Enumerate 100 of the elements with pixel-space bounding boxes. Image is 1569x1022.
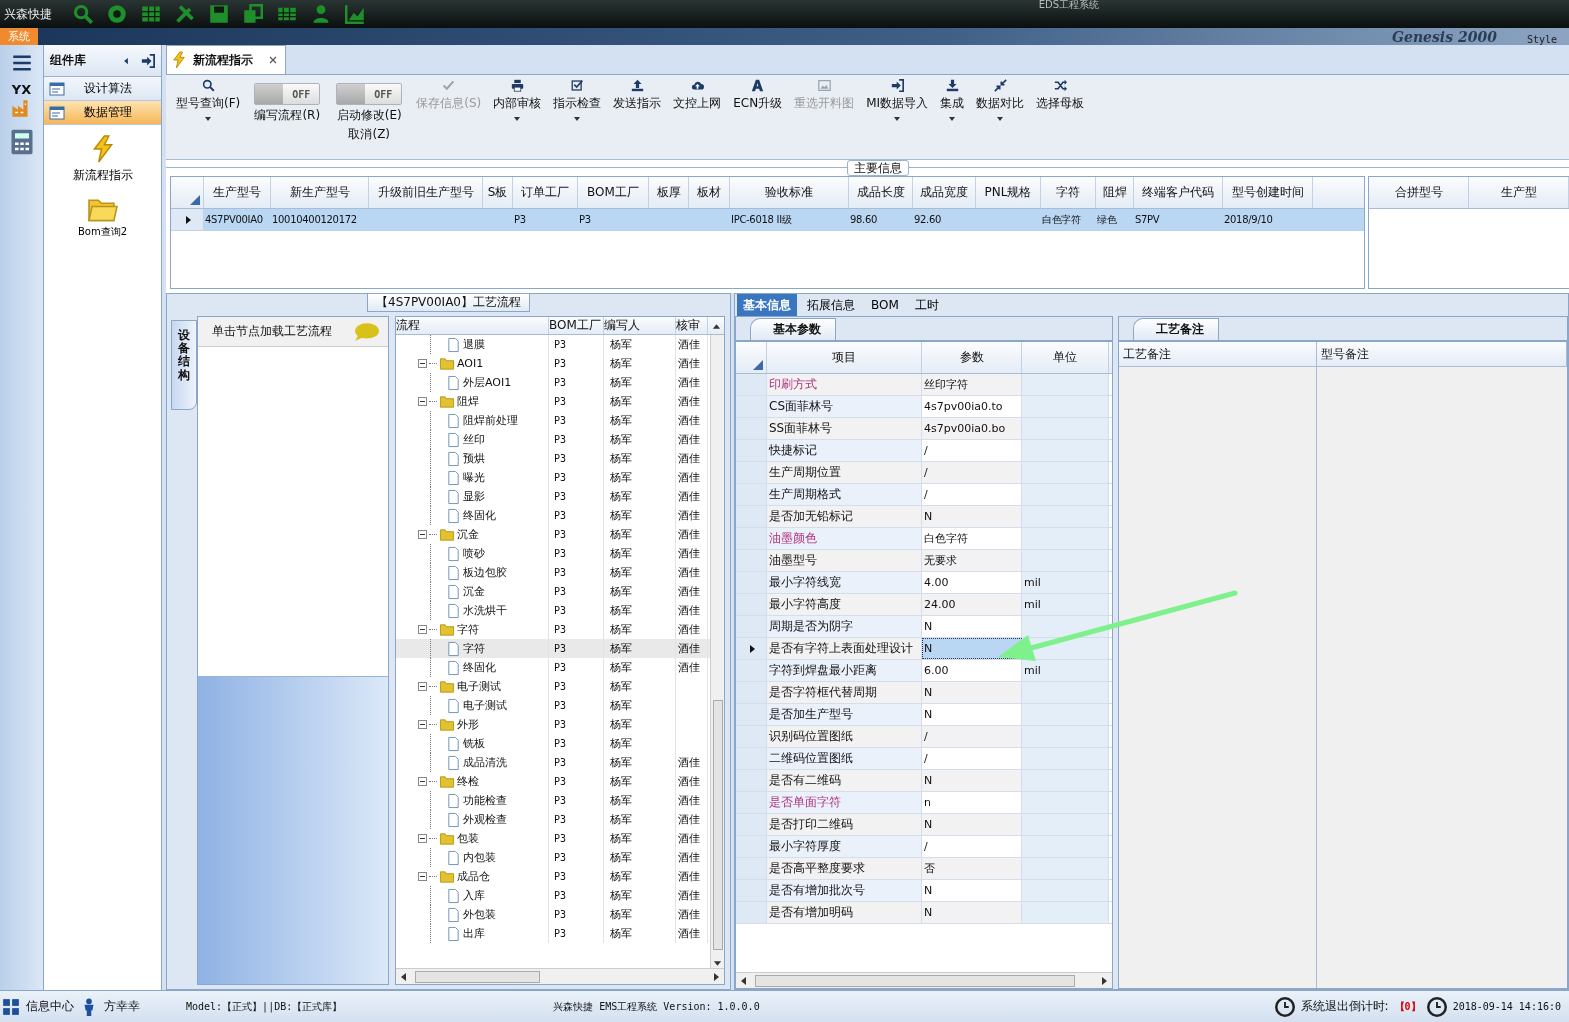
column-header[interactable]: 生产型 bbox=[1469, 177, 1569, 208]
toolbar-button[interactable]: 数据对比 bbox=[972, 79, 1029, 123]
tree-row[interactable]: 外观检查 P3 杨军 酒佳 bbox=[396, 810, 710, 829]
toolbar-icon-button[interactable] bbox=[106, 4, 128, 24]
column-header[interactable]: 单位 bbox=[1022, 342, 1109, 373]
toolbar-button[interactable]: 集成 bbox=[936, 79, 969, 123]
tree-row[interactable]: 显影 P3 杨军 酒佳 bbox=[396, 487, 710, 506]
param-row[interactable]: 油墨型号 无要求 bbox=[736, 550, 1112, 572]
tree-row[interactable]: 终固化 P3 杨军 酒佳 bbox=[396, 658, 710, 677]
table-row[interactable]: 4S7PV00IA0 10010400120172 P3 P3 IPC-6018 II级 98.60 92.60 白色字符 绿色 S7PV 2018/9/10 bbox=[171, 209, 1364, 231]
nav-item[interactable]: 设计算法 bbox=[44, 77, 161, 101]
tab[interactable]: 基本信息 bbox=[737, 294, 797, 316]
tree-row[interactable]: 电子测试 P3 杨军 bbox=[396, 677, 710, 696]
collapse-icon[interactable] bbox=[418, 682, 427, 691]
param-row[interactable]: 最小字符厚度 / bbox=[736, 836, 1112, 858]
column-header[interactable]: PNL规格 bbox=[976, 177, 1041, 208]
column-header[interactable]: 流程 bbox=[396, 317, 549, 334]
toolbar-button[interactable]: ECN升级 bbox=[729, 79, 787, 112]
column-header[interactable]: 参数 bbox=[922, 342, 1022, 373]
param-row[interactable]: 周期是否为阴字 N bbox=[736, 616, 1112, 638]
param-row[interactable]: 最小字符高度 24.00 mil bbox=[736, 594, 1112, 616]
param-row[interactable]: 识别码位置图纸 / bbox=[736, 726, 1112, 748]
column-header[interactable]: 编写人 bbox=[604, 317, 676, 334]
toolbar-icon-button[interactable] bbox=[140, 4, 162, 24]
column-header[interactable]: 型号创建时间 bbox=[1223, 177, 1313, 208]
tree-row[interactable]: 出库 P3 杨军 酒佳 bbox=[396, 924, 710, 943]
document-tab[interactable]: 新流程指示 bbox=[166, 45, 286, 74]
column-header[interactable]: 板厚 bbox=[649, 177, 689, 208]
toolbar-button[interactable]: 文控上网 bbox=[669, 79, 726, 112]
tree-row[interactable]: 阻焊 P3 杨军 酒佳 bbox=[396, 392, 710, 411]
column-header[interactable]: 板材 bbox=[689, 177, 730, 208]
tree-row[interactable]: 成品仓 P3 杨军 酒佳 bbox=[396, 867, 710, 886]
column-header[interactable]: 成品宽度 bbox=[913, 177, 976, 208]
param-row[interactable]: SS面菲林号 4s7pv00ia0.bo bbox=[736, 418, 1112, 440]
toolbar-button[interactable]: 选择母板 bbox=[1032, 79, 1089, 112]
toolbar-button[interactable]: 发送指示 bbox=[609, 79, 666, 112]
column-header[interactable]: 工艺备注 bbox=[1119, 342, 1317, 366]
tree-row[interactable]: 终检 P3 杨军 酒佳 bbox=[396, 772, 710, 791]
param-row[interactable]: 是否有增加明码 N bbox=[736, 902, 1112, 924]
column-header[interactable]: BOM工厂 bbox=[578, 177, 649, 208]
toolbar-icon-button[interactable] bbox=[208, 4, 230, 24]
collapse-icon[interactable] bbox=[418, 530, 427, 539]
collapse-icon[interactable] bbox=[418, 397, 427, 406]
collapse-icon[interactable] bbox=[418, 625, 427, 634]
tree-row[interactable]: 曝光 P3 杨军 酒佳 bbox=[396, 468, 710, 487]
param-row[interactable]: 是否加生产型号 N bbox=[736, 704, 1112, 726]
tab[interactable]: 拓展信息 bbox=[801, 294, 861, 316]
sub-tab[interactable]: 工艺备注 bbox=[1133, 318, 1219, 340]
column-header[interactable]: 合拼型号 bbox=[1369, 177, 1469, 208]
tree-row[interactable]: 沉金 P3 杨军 酒佳 bbox=[396, 582, 710, 601]
toolbar-button[interactable]: 型号查询(F) bbox=[172, 79, 245, 123]
param-row[interactable]: 字符到焊盘最小距离 6.00 mil bbox=[736, 660, 1112, 682]
param-row[interactable]: 生产周期位置 / bbox=[736, 462, 1112, 484]
toolbar-button[interactable]: 指示检查 bbox=[549, 79, 606, 123]
scrollbar-thumb[interactable] bbox=[755, 974, 1075, 987]
tree-row[interactable]: 喷砂 P3 杨军 酒佳 bbox=[396, 544, 710, 563]
column-header[interactable]: S板 bbox=[483, 177, 513, 208]
tree-row[interactable]: AOI1 P3 杨军 酒佳 bbox=[396, 354, 710, 373]
column-header[interactable]: 生产型号 bbox=[204, 177, 271, 208]
tree-row[interactable]: 水洗烘干 P3 杨军 酒佳 bbox=[396, 601, 710, 620]
column-header[interactable]: 型号备注 bbox=[1317, 342, 1567, 366]
sub-tab[interactable]: 基本参数 bbox=[750, 318, 836, 340]
column-header[interactable]: 字符 bbox=[1041, 177, 1096, 208]
tree-row[interactable]: 外包装 P3 杨军 酒佳 bbox=[396, 905, 710, 924]
collapse-icon[interactable] bbox=[418, 720, 427, 729]
column-header[interactable]: 升级前旧生产型号 bbox=[369, 177, 483, 208]
toolbar-icon-button[interactable] bbox=[344, 4, 366, 24]
tree-row[interactable]: 入库 P3 杨军 酒佳 bbox=[396, 886, 710, 905]
toggle-switch[interactable]: OFF bbox=[254, 83, 321, 105]
param-row[interactable]: 生产周期格式 / bbox=[736, 484, 1112, 506]
collapse-icon[interactable] bbox=[418, 777, 427, 786]
tree-row[interactable]: 退膜 P3 杨军 酒佳 bbox=[396, 335, 710, 354]
toolbar-icon-button[interactable] bbox=[174, 4, 196, 24]
toolbar-icon-button[interactable] bbox=[242, 4, 264, 24]
tree-row[interactable]: 电子测试 P3 杨军 bbox=[396, 696, 710, 715]
param-row[interactable]: 是否有二维码 N bbox=[736, 770, 1112, 792]
param-row[interactable]: 是否加无铅标记 N bbox=[736, 506, 1112, 528]
tree-row[interactable]: 预烘 P3 杨军 酒佳 bbox=[396, 449, 710, 468]
param-row[interactable]: 是否单面字符 n bbox=[736, 792, 1112, 814]
scrollbar-thumb[interactable] bbox=[415, 970, 540, 983]
tree-row[interactable]: 丝印 P3 杨军 酒佳 bbox=[396, 430, 710, 449]
param-row[interactable]: 是否有增加批次号 N bbox=[736, 880, 1112, 902]
column-header[interactable]: 终端客户代码 bbox=[1134, 177, 1223, 208]
param-row[interactable]: 是否高平整度要求 否 bbox=[736, 858, 1112, 880]
tree-row[interactable]: 沉金 P3 杨军 酒佳 bbox=[396, 525, 710, 544]
tree-row[interactable]: 板边包胶 P3 杨军 酒佳 bbox=[396, 563, 710, 582]
collapse-icon[interactable] bbox=[418, 834, 427, 843]
nav-tile[interactable]: 新流程指示 bbox=[44, 133, 161, 185]
side-tab[interactable]: 设备结构 bbox=[171, 320, 197, 410]
collapse-icon[interactable] bbox=[418, 872, 427, 881]
scrollbar-thumb[interactable] bbox=[712, 700, 723, 950]
close-icon[interactable] bbox=[269, 56, 277, 64]
tree-row[interactable]: 包装 P3 杨军 酒佳 bbox=[396, 829, 710, 848]
collapse-icon[interactable] bbox=[418, 359, 427, 368]
tree-row[interactable]: 功能检查 P3 杨军 酒佳 bbox=[396, 791, 710, 810]
tree-row[interactable]: 字符 P3 杨军 酒佳 bbox=[396, 639, 710, 658]
column-header[interactable]: 核审 bbox=[676, 317, 708, 334]
tab[interactable]: 工时 bbox=[908, 294, 945, 316]
status-link[interactable]: 信息中心 bbox=[26, 998, 74, 1015]
tree-row[interactable]: 内包装 P3 杨军 酒佳 bbox=[396, 848, 710, 867]
